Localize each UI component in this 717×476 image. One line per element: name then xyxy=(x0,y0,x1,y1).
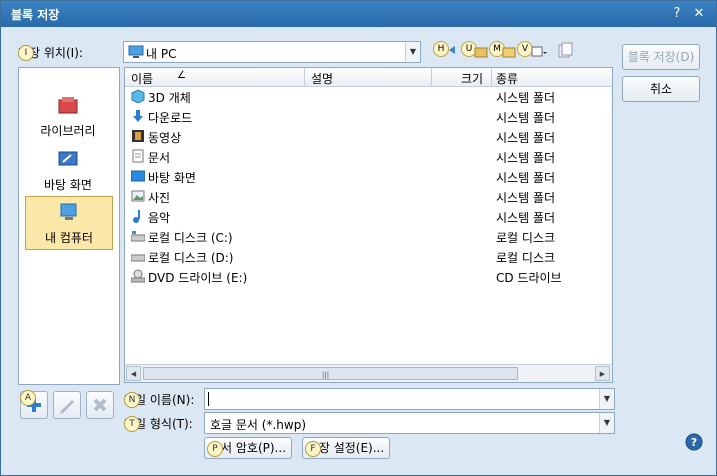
list-item[interactable]: DVD 드라이브 (E:) CD 드라이브 xyxy=(125,266,612,286)
picture-icon xyxy=(131,190,145,202)
item-type: 로컬 디스크 xyxy=(496,231,556,245)
desktop-icon xyxy=(131,170,145,182)
column-divider[interactable] xyxy=(431,68,432,86)
list-item[interactable]: 동영상 시스템 폴더 xyxy=(125,126,612,146)
my-computer-icon xyxy=(60,203,77,220)
column-divider[interactable] xyxy=(491,68,492,86)
header-size[interactable]: 크기 xyxy=(461,70,483,87)
horizontal-scrollbar[interactable]: ◀ ||| ▶ xyxy=(125,364,612,382)
list-item[interactable]: 로컬 디스크 (D:) 로컬 디스크 xyxy=(125,246,612,266)
filename-shortcut-badge: N xyxy=(124,392,140,408)
save-block-button[interactable]: 블록 저장(D) xyxy=(622,44,700,70)
list-header: 이름 ∠ 설명 크기 종류 xyxy=(125,68,612,87)
place-label: 라이브러리 xyxy=(40,124,96,138)
list-item[interactable]: 바탕 화면 시스템 폴더 xyxy=(125,166,612,186)
filetype-shortcut-badge: T xyxy=(124,416,140,432)
list-item[interactable]: 문서 시스템 폴더 xyxy=(125,146,612,166)
chevron-down-icon[interactable]: ▼ xyxy=(599,413,614,433)
item-type: 로컬 디스크 xyxy=(496,251,556,265)
pencil-icon xyxy=(60,400,74,414)
header-name[interactable]: 이름 xyxy=(131,70,153,87)
scroll-left-icon[interactable]: ◀ xyxy=(126,366,141,381)
computer-icon xyxy=(128,45,144,58)
scroll-grip: ||| xyxy=(322,371,330,379)
download-icon xyxy=(133,110,143,122)
location-combo[interactable]: 내 PC ▼ xyxy=(123,41,421,63)
location-value: 내 PC xyxy=(146,47,177,61)
list-item[interactable]: 사진 시스템 폴더 xyxy=(125,186,612,206)
item-type: 시스템 폴더 xyxy=(496,111,556,125)
item-name: 사진 xyxy=(148,191,171,205)
list-item[interactable]: 음악 시스템 폴더 xyxy=(125,206,612,226)
text-caret xyxy=(208,392,209,406)
item-type: 시스템 폴더 xyxy=(496,211,556,225)
chevron-down-icon[interactable]: ▼ xyxy=(405,42,420,62)
item-name: 로컬 디스크 (D:) xyxy=(148,251,234,265)
view-menu-icon xyxy=(531,46,547,57)
list-item[interactable]: 로컬 디스크 (C:) 로컬 디스크 xyxy=(125,226,612,246)
header-type[interactable]: 종류 xyxy=(496,70,518,87)
place-library[interactable]: 라이브러리 xyxy=(25,90,111,142)
new-folder-icon xyxy=(502,47,516,58)
help-icon[interactable]: ? xyxy=(685,433,703,451)
document-icon xyxy=(132,149,144,163)
item-name: 동영상 xyxy=(148,131,182,145)
item-name: 3D 개체 xyxy=(148,91,191,105)
cancel-button[interactable]: 취소 xyxy=(622,76,700,102)
item-type: 시스템 폴더 xyxy=(496,171,556,185)
scroll-thumb[interactable]: ||| xyxy=(143,367,518,380)
password-shortcut-badge: P xyxy=(207,441,223,457)
music-icon xyxy=(133,210,140,223)
file-list[interactable]: 이름 ∠ 설명 크기 종류 3D 개체 시스템 폴더 다운로드 시스템 폴더 동… xyxy=(124,67,613,383)
list-item[interactable]: 3D 개체 시스템 폴더 xyxy=(125,86,612,106)
item-name: 로컬 디스크 (C:) xyxy=(148,231,233,245)
places-panel: 라이브러리 바탕 화면 내 컴퓨터 xyxy=(18,67,120,385)
dvd-drive-icon xyxy=(131,269,145,283)
filetype-value: 호글 문서 (*.hwp) xyxy=(210,418,307,432)
item-type: 시스템 폴더 xyxy=(496,191,556,205)
scroll-right-icon[interactable]: ▶ xyxy=(595,366,610,381)
library-icon xyxy=(58,97,78,114)
video-icon xyxy=(132,130,144,142)
sort-indicator-icon: ∠ xyxy=(177,70,186,81)
filename-input[interactable]: ▼ xyxy=(204,388,615,410)
place-label: 내 컴퓨터 xyxy=(45,231,93,245)
delete-icon xyxy=(93,398,107,412)
properties-icon xyxy=(558,42,573,58)
edit-place-button[interactable] xyxy=(53,391,81,419)
item-type: CD 드라이브 xyxy=(496,271,562,285)
item-name: 음악 xyxy=(148,211,171,225)
item-name: DVD 드라이브 (E:) xyxy=(148,271,248,285)
dialog-title: 블록 저장 xyxy=(11,8,60,22)
item-type: 시스템 폴더 xyxy=(496,91,556,105)
filetype-select[interactable]: 호글 문서 (*.hwp) ▼ xyxy=(204,412,615,434)
chevron-down-icon[interactable]: ▼ xyxy=(599,389,614,409)
place-my-computer[interactable]: 내 컴퓨터 xyxy=(25,196,113,250)
column-divider[interactable] xyxy=(304,68,305,86)
desktop-icon xyxy=(58,151,78,166)
header-description[interactable]: 설명 xyxy=(311,70,333,87)
location-shortcut-badge: I xyxy=(18,45,34,61)
item-name: 바탕 화면 xyxy=(148,171,196,185)
local-disk-icon xyxy=(131,254,145,262)
title-bar: 블록 저장 ? ✕ xyxy=(1,1,716,27)
place-label: 바탕 화면 xyxy=(44,178,92,192)
item-type: 시스템 폴더 xyxy=(496,151,556,165)
item-type: 시스템 폴더 xyxy=(496,131,556,145)
local-disk-icon xyxy=(131,231,145,242)
list-item[interactable]: 다운로드 시스템 폴더 xyxy=(125,106,612,126)
up-folder-icon xyxy=(474,47,488,58)
close-icon[interactable]: ✕ xyxy=(691,6,707,22)
place-desktop[interactable]: 바탕 화면 xyxy=(25,144,111,196)
delete-place-button[interactable] xyxy=(86,391,114,419)
save-block-dialog: 블록 저장 ? ✕ 저장 위치(I): I 내 PC ▼ H U M V 블록 … xyxy=(0,0,717,476)
back-icon xyxy=(449,46,455,54)
help-title-icon[interactable]: ? xyxy=(669,6,685,22)
item-name: 문서 xyxy=(148,151,171,165)
item-name: 다운로드 xyxy=(148,111,193,125)
3d-objects-icon xyxy=(131,89,145,103)
settings-shortcut-badge: F xyxy=(305,441,321,457)
svg-text:?: ? xyxy=(691,436,697,449)
add-shortcut-badge: A xyxy=(20,390,36,406)
